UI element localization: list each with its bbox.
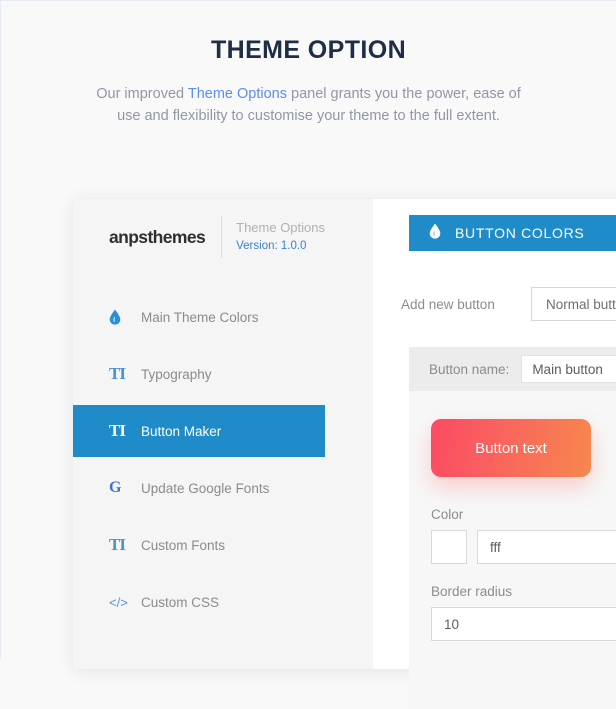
border-radius-label: Border radius: [431, 584, 513, 599]
sidebar-item-typography[interactable]: TI Typography: [73, 348, 325, 400]
sidebar: anpsthemes Theme Options Version: 1.0.0 …: [73, 199, 373, 669]
section-header-button-colors: BUTTON COLORS: [409, 215, 616, 251]
sidebar-item-label: Main Theme Colors: [141, 309, 259, 325]
add-new-button-row: Add new button Normal button: [401, 287, 616, 321]
sidebar-item-label: Update Google Fonts: [141, 480, 270, 496]
button-name-row: Button name: Main button: [409, 347, 616, 391]
brand-meta: Theme Options Version: 1.0.0: [222, 219, 325, 255]
sidebar-item-update-google-fonts[interactable]: G Update Google Fonts: [73, 462, 325, 514]
page-header: THEME OPTION Our improved Theme Options …: [1, 1, 616, 127]
sidebar-item-custom-fonts[interactable]: TI Custom Fonts: [73, 519, 325, 571]
button-config-card: Button name: Main button Button text Col…: [409, 347, 616, 709]
button-preview[interactable]: Button text: [431, 419, 591, 477]
droplet-icon: [429, 223, 441, 244]
button-preview-wrap: Button text: [409, 391, 616, 477]
text-format-icon: TI: [109, 535, 126, 554]
color-label: Color: [431, 507, 464, 522]
button-name-label: Button name:: [429, 361, 510, 377]
sidebar-item-label: Custom Fonts: [141, 537, 226, 553]
border-radius-field: Border radius 10: [409, 584, 616, 641]
section-title: BUTTON COLORS: [455, 225, 585, 241]
color-value-input[interactable]: fff: [477, 530, 616, 564]
brand-logo: anpsthemes: [109, 226, 206, 247]
subtitle-text-before: Our improved: [96, 85, 188, 102]
google-icon: G: [109, 479, 122, 496]
sidebar-item-button-maker[interactable]: TI Button Maker: [73, 405, 325, 457]
brand-header: anpsthemes Theme Options Version: 1.0.0: [73, 199, 373, 258]
theme-options-link[interactable]: Theme Options: [188, 86, 287, 102]
sidebar-item-custom-css[interactable]: </> Custom CSS: [73, 576, 325, 628]
border-radius-input[interactable]: 10: [431, 607, 616, 641]
version-label: Version: 1.0.0: [236, 240, 307, 253]
color-input-row: fff: [431, 530, 616, 564]
sidebar-item-label: Button Maker: [141, 423, 222, 439]
page-subtitle: Our improved Theme Options panel grants …: [94, 83, 524, 127]
sidebar-item-label: Custom CSS: [141, 594, 220, 610]
add-new-button-label: Add new button: [401, 296, 495, 312]
text-format-icon: TI: [109, 364, 126, 383]
content-area: BUTTON COLORS Add new button Normal butt…: [373, 199, 616, 709]
sidebar-item-main-theme-colors[interactable]: Main Theme Colors: [73, 291, 325, 343]
color-swatch[interactable]: [431, 530, 467, 564]
code-icon: </>: [109, 594, 128, 610]
sidebar-item-label: Typography: [141, 366, 212, 382]
droplet-icon: [109, 309, 135, 325]
text-format-icon: TI: [109, 421, 126, 440]
sidebar-menu: Main Theme Colors TI Typography TI Butto…: [73, 291, 373, 628]
product-name: Theme Options: [236, 220, 325, 236]
page-title: THEME OPTION: [210, 36, 407, 64]
theme-options-panel: anpsthemes Theme Options Version: 1.0.0 …: [73, 199, 616, 709]
button-type-select[interactable]: Normal button: [531, 287, 616, 321]
button-name-input[interactable]: Main button: [521, 355, 616, 383]
border-radius-input-row: 10: [431, 607, 616, 641]
color-field: Color fff: [409, 507, 616, 564]
